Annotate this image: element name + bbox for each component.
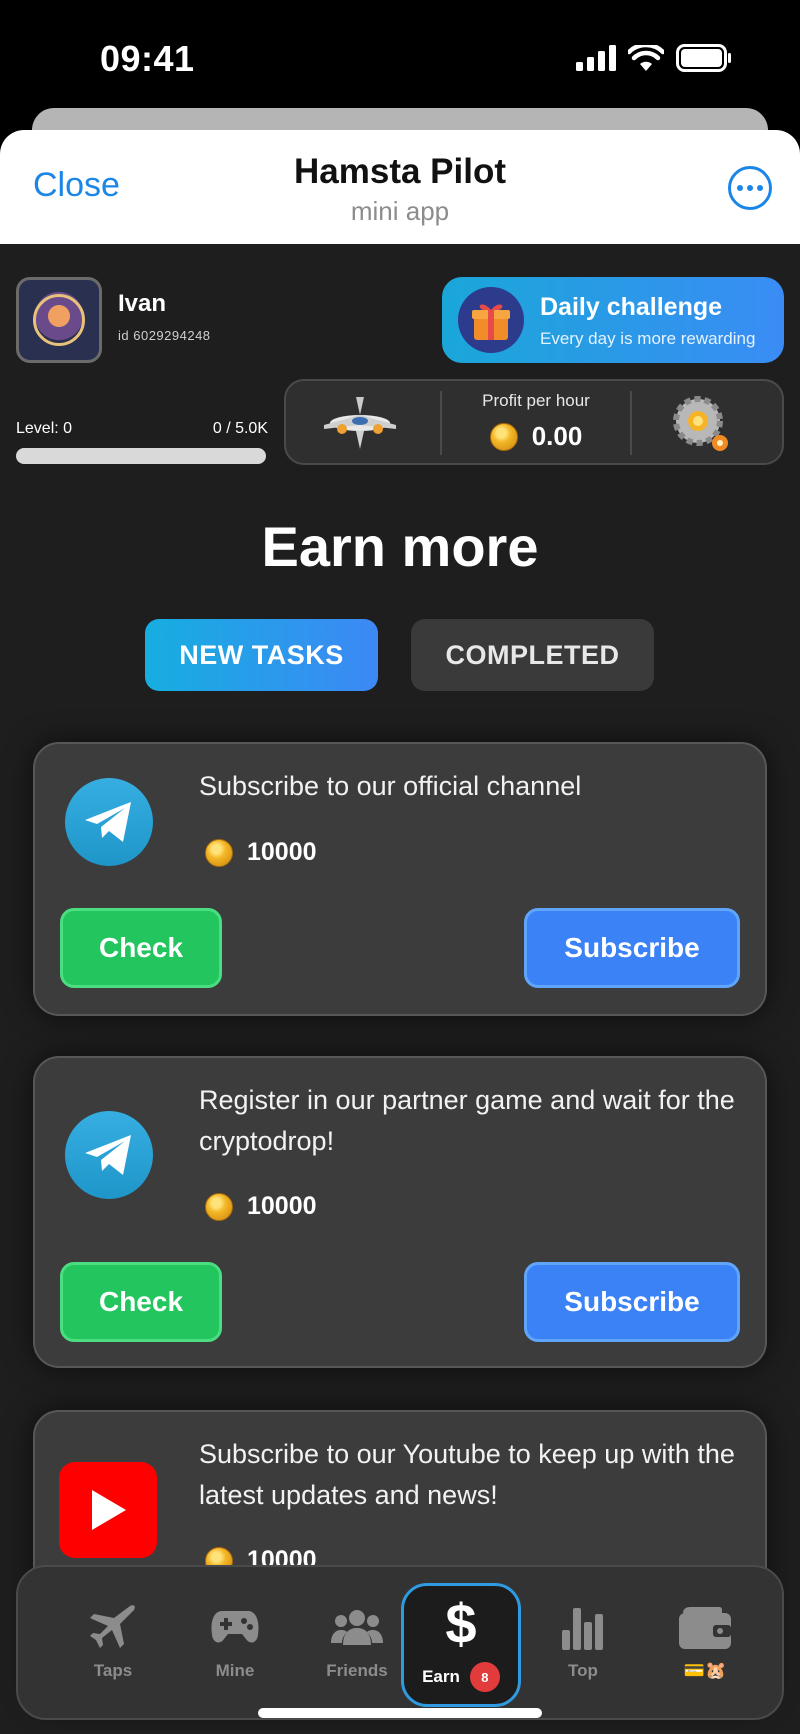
profit-value-row: 0.00 <box>436 421 636 452</box>
wallet-icon <box>679 1603 731 1651</box>
nav-label: Friends <box>326 1661 388 1680</box>
profit-panel: Profit per hour 0.00 <box>284 379 784 465</box>
nav-item-taps[interactable]: Taps <box>58 1567 168 1722</box>
coin-icon <box>205 1192 233 1221</box>
task-reward: 10000 <box>205 1192 317 1221</box>
dollar-icon: $ <box>445 1592 477 1655</box>
user-id: id 6029294248 <box>118 328 211 343</box>
tab-completed[interactable]: COMPLETED <box>411 619 654 691</box>
profit-divider <box>630 391 632 455</box>
nav-label: Taps <box>93 1661 133 1680</box>
nav-label: Top <box>568 1661 598 1680</box>
avatar-ring <box>33 294 85 346</box>
status-bar: 09:41 <box>0 0 800 110</box>
task-text: Subscribe to our Youtube to keep up with… <box>199 1439 735 1510</box>
more-options-button[interactable] <box>728 166 772 210</box>
nav-item-mine[interactable]: Mine <box>180 1567 290 1722</box>
cellular-signal-icon <box>576 45 616 71</box>
gamepad-icon <box>210 1603 260 1651</box>
level-label: Level: 0 <box>16 420 73 437</box>
subscribe-button[interactable]: Subscribe <box>524 1262 740 1342</box>
user-name: Ivan <box>118 290 167 317</box>
nav-label: Mine <box>215 1661 255 1680</box>
coin-icon <box>205 838 233 867</box>
daily-challenge-button[interactable]: Daily challenge Every day is more reward… <box>442 277 784 363</box>
task-text: Subscribe to our official channel <box>199 771 582 801</box>
task-text: Register in our partner game and wait fo… <box>199 1085 735 1156</box>
mini-app-header: Close Hamsta Pilot mini app <box>0 130 800 244</box>
task-card: Subscribe to our official channel 10000 … <box>33 742 767 1016</box>
settings-gear-icon[interactable] <box>668 391 732 455</box>
page-heading: Earn more <box>261 515 539 578</box>
profit-value: 0.00 <box>531 421 583 451</box>
task-card: Register in our partner game and wait fo… <box>33 1056 767 1368</box>
coin-icon <box>489 422 518 451</box>
telegram-icon <box>65 778 153 866</box>
level-progress-text: 0 / 5.0K <box>212 420 268 437</box>
task-reward-amount: 10000 <box>247 838 317 866</box>
daily-challenge-title: Daily challenge <box>540 293 723 321</box>
nav-item-earn[interactable]: $ Earn 8 <box>401 1583 521 1707</box>
status-icons <box>576 44 732 72</box>
app-content: Ivan id 6029294248 Daily challenge Every… <box>0 244 800 1734</box>
gift-icon <box>458 287 524 353</box>
status-time: 09:41 <box>100 38 195 79</box>
check-button[interactable]: Check <box>60 1262 222 1342</box>
task-reward: 10000 <box>205 838 317 867</box>
tab-new-tasks[interactable]: NEW TASKS <box>145 619 378 691</box>
nav-label: 💳🐹 <box>683 1661 727 1680</box>
more-dot-icon <box>757 185 763 191</box>
subscribe-button[interactable]: Subscribe <box>524 908 740 988</box>
nav-item-top[interactable]: Top <box>528 1567 638 1722</box>
airplane-icon <box>90 1603 136 1651</box>
airplane-icon[interactable] <box>320 391 400 455</box>
telegram-icon <box>65 1111 153 1199</box>
app-title: Hamsta Pilot <box>294 152 506 191</box>
notification-badge: 8 <box>469 1662 500 1692</box>
more-dot-icon <box>747 185 753 191</box>
bottom-nav: Taps Mine Friends $ Earn 8 Top 💳🐹 <box>16 1565 784 1720</box>
wifi-icon <box>628 45 664 71</box>
check-button[interactable]: Check <box>60 908 222 988</box>
home-indicator <box>258 1708 542 1718</box>
nav-item-wallet[interactable]: 💳🐹 <box>650 1567 760 1722</box>
nav-item-friends[interactable]: Friends <box>302 1567 412 1722</box>
youtube-icon <box>59 1462 157 1558</box>
level-progress-bar <box>16 448 266 464</box>
avatar[interactable] <box>16 277 102 363</box>
bar-chart-icon <box>562 1603 604 1651</box>
app-subtitle: mini app <box>350 196 450 226</box>
profit-label: Profit per hour <box>482 391 590 410</box>
nav-label: Earn <box>422 1667 460 1686</box>
battery-icon <box>676 44 731 72</box>
daily-challenge-subtitle: Every day is more rewarding <box>540 329 756 348</box>
friends-icon <box>331 1603 383 1651</box>
earn-label-row: Earn 8 <box>422 1662 500 1692</box>
more-dot-icon <box>737 185 743 191</box>
task-reward-amount: 10000 <box>247 1192 317 1220</box>
